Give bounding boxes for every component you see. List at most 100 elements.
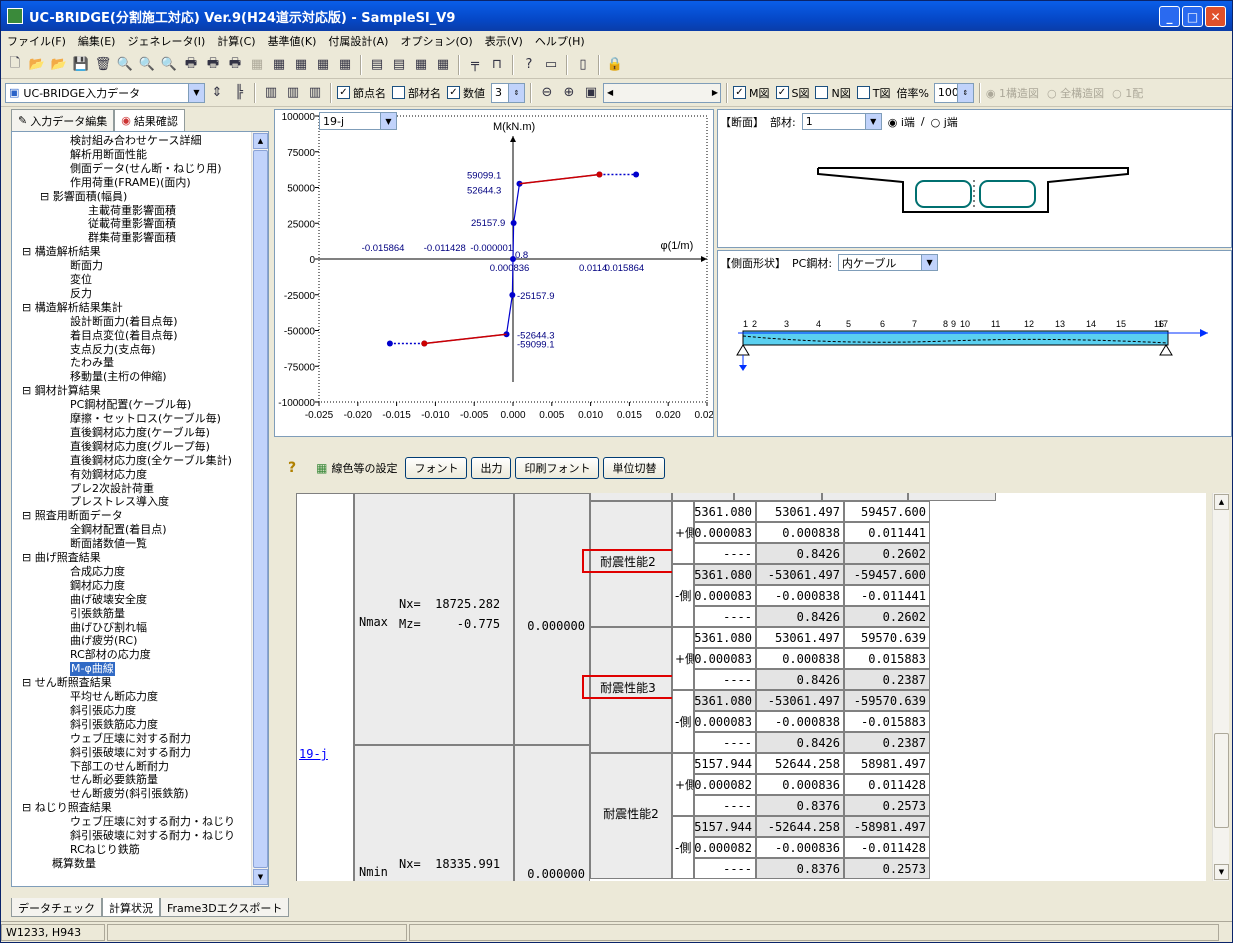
tree-item[interactable]: 群集荷重影響面積 <box>88 231 176 245</box>
collapse-icon[interactable]: ⊟ <box>22 509 35 522</box>
maximize-button[interactable]: □ <box>1182 6 1203 27</box>
print-icon[interactable]: 🖶 <box>181 55 201 75</box>
m-fig-checkbox[interactable]: ✓ M図 <box>733 85 770 101</box>
menu-item-7[interactable]: 表示(V) <box>479 33 529 49</box>
node-name-checkbox[interactable]: ✓ 節点名 <box>337 85 386 101</box>
tree-item[interactable]: ⊟ 照査用断面データ <box>22 509 123 523</box>
radio-j-end[interactable]: ○ j端 <box>931 114 958 130</box>
tree-item[interactable]: RCねじり鉄筋 <box>70 843 140 857</box>
table-d-icon[interactable]: ▦ <box>433 55 453 75</box>
tree-item[interactable]: ⊟ ねじり照査結果 <box>22 801 112 815</box>
tree-item[interactable]: 支点反力(支点毎) <box>70 343 156 357</box>
value-checkbox[interactable]: ✓ 数値 <box>447 85 485 101</box>
collapse-icon[interactable]: ⊟ <box>22 301 35 314</box>
tool-d-icon[interactable]: ▦ <box>313 55 333 75</box>
tree-item[interactable]: 合成応力度 <box>70 565 125 579</box>
tree-item[interactable]: RC部材の応力度 <box>70 648 151 662</box>
table-b-icon[interactable]: ▤ <box>389 55 409 75</box>
print-font-button[interactable]: 印刷フォント <box>515 457 600 479</box>
tree-item[interactable]: 曲げ疲労(RC) <box>70 634 137 648</box>
point-select[interactable]: 19-j ▼ <box>319 112 397 130</box>
radio-structure-1[interactable]: ◉ 1構造図 <box>986 85 1039 101</box>
tree-item[interactable]: 直後鋼材応力度(ケーブル毎) <box>70 426 210 440</box>
scroll-down-icon[interactable]: ▼ <box>253 869 268 885</box>
table-c-icon[interactable]: ▦ <box>411 55 431 75</box>
tree-item[interactable]: ⊟ 構造解析結果集計 <box>22 301 123 315</box>
zoom-in-icon[interactable]: ⊕ <box>559 83 579 103</box>
tree-item[interactable]: プレ2次設計荷重 <box>70 482 154 496</box>
tree-item[interactable]: 直後鋼材応力度(グループ毎) <box>70 440 210 454</box>
collapse-icon[interactable]: ⊟ <box>22 676 35 689</box>
tab-calc-status[interactable]: 計算状況 <box>102 898 160 917</box>
grid-scrollbar[interactable]: ▲ ▼ <box>1212 493 1229 881</box>
zoom-2-icon[interactable]: 🔍 <box>137 55 157 75</box>
calc-icon[interactable]: ▯ <box>573 55 593 75</box>
collapse-icon[interactable]: ⊟ <box>22 551 35 564</box>
zoom-out-icon[interactable]: ⊖ <box>537 83 557 103</box>
collapse-icon[interactable]: ⊟ <box>40 190 53 203</box>
tree-item[interactable]: 変位 <box>70 273 92 287</box>
table-a-icon[interactable]: ▤ <box>367 55 387 75</box>
tree-item[interactable]: 曲げ破壊安全度 <box>70 593 147 607</box>
radio-structure-3[interactable]: ○ 1配 <box>1112 85 1143 101</box>
n-fig-checkbox[interactable]: N図 <box>815 85 851 101</box>
tree-item[interactable]: 概算数量 <box>52 857 96 871</box>
collapse-icon[interactable]: ⊟ <box>22 245 35 258</box>
layout-c-icon[interactable]: ▥ <box>305 83 325 103</box>
scroll-down-icon[interactable]: ▼ <box>1214 864 1229 880</box>
collapse-icon[interactable]: ⊟ <box>22 384 35 397</box>
close-button[interactable]: ✕ <box>1205 6 1226 27</box>
tree-item[interactable]: 有効鋼材応力度 <box>70 468 147 482</box>
mode-select[interactable]: ▣ UC-BRIDGE入力データ ▼ <box>5 82 205 103</box>
menu-item-4[interactable]: 基準値(K) <box>262 33 323 49</box>
horizontal-slider[interactable]: ◀ ▶ <box>603 82 721 103</box>
scroll-thumb[interactable] <box>1214 733 1229 828</box>
tree-item[interactable]: 斜引張破壊に対する耐力・ねじり <box>70 829 235 843</box>
tree-item[interactable]: PC鋼材配置(ケーブル毎) <box>70 398 191 412</box>
tree-item[interactable]: 斜引張鉄筋応力度 <box>70 718 158 732</box>
tree-item[interactable]: 直後鋼材応力度(全ケーブル集計) <box>70 454 232 468</box>
tab-frame3d-export[interactable]: Frame3Dエクスポート <box>160 898 290 917</box>
tree-item[interactable]: 作用荷重(FRAME)(面内) <box>70 176 191 190</box>
member-name-checkbox[interactable]: 部材名 <box>392 85 441 101</box>
open-folder-icon[interactable]: 📂 <box>27 55 47 75</box>
tree-item[interactable]: 解析用断面性能 <box>70 148 147 162</box>
tree-item[interactable]: ウェブ圧壊に対する耐力・ねじり <box>70 815 235 829</box>
tree-item[interactable]: 断面力 <box>70 259 103 273</box>
scroll-up-icon[interactable]: ▲ <box>253 133 268 149</box>
beam-icon[interactable]: ╤ <box>465 55 485 75</box>
tab-data-check[interactable]: データチェック <box>11 898 102 917</box>
tree-item[interactable]: 着目点変位(着目点毎) <box>70 329 178 343</box>
tree-item[interactable]: 下部工のせん断耐力 <box>70 760 169 774</box>
menu-item-1[interactable]: 編集(E) <box>72 33 122 49</box>
tree-item[interactable]: 断面諸数値一覧 <box>70 537 147 551</box>
lock-icon[interactable]: 🔒 <box>605 55 625 75</box>
tree-item[interactable]: 斜引張破壊に対する耐力 <box>70 746 191 760</box>
delete-icon[interactable]: 🗑 <box>93 55 113 75</box>
tree-item[interactable]: ⊟ 構造解析結果 <box>22 245 101 259</box>
menu-item-6[interactable]: オプション(O) <box>394 33 478 49</box>
spin-icon[interactable]: ⇕ <box>207 83 227 103</box>
tree-item[interactable]: 側面データ(せん断・ねじり用) <box>70 162 222 176</box>
tree-item[interactable]: 平均せん断応力度 <box>70 690 158 704</box>
tree-item[interactable]: ⊟ 曲げ照査結果 <box>22 551 101 565</box>
zoom-3-icon[interactable]: 🔍 <box>159 55 179 75</box>
menu-item-2[interactable]: ジェネレータ(I) <box>121 33 211 49</box>
menu-item-8[interactable]: ヘルプ(H) <box>529 33 591 49</box>
scroll-thumb[interactable] <box>253 150 268 868</box>
member-select[interactable]: 1 ▼ <box>801 113 882 130</box>
t-fig-checkbox[interactable]: T図 <box>856 85 890 101</box>
tree-scrollbar[interactable]: ▲ ▼ <box>251 132 268 886</box>
tree-item[interactable]: たわみ量 <box>70 356 114 370</box>
save-icon[interactable]: 💾 <box>71 55 91 75</box>
help-icon[interactable]: ? <box>519 55 539 75</box>
tree-item[interactable]: ⊟ 影響面積(幅員) <box>40 190 127 204</box>
scroll-up-icon[interactable]: ▲ <box>1214 494 1229 510</box>
tree-item[interactable]: 引張鉄筋量 <box>70 607 125 621</box>
help-icon[interactable]: ? <box>288 460 296 476</box>
s-fig-checkbox[interactable]: ✓ S図 <box>775 85 809 101</box>
unit-switch-button[interactable]: 単位切替 <box>603 457 666 479</box>
tree-icon[interactable]: ╠ <box>229 83 249 103</box>
tree-item[interactable]: M-φ曲線 <box>70 662 115 677</box>
fit-icon[interactable]: ▣ <box>581 83 601 103</box>
